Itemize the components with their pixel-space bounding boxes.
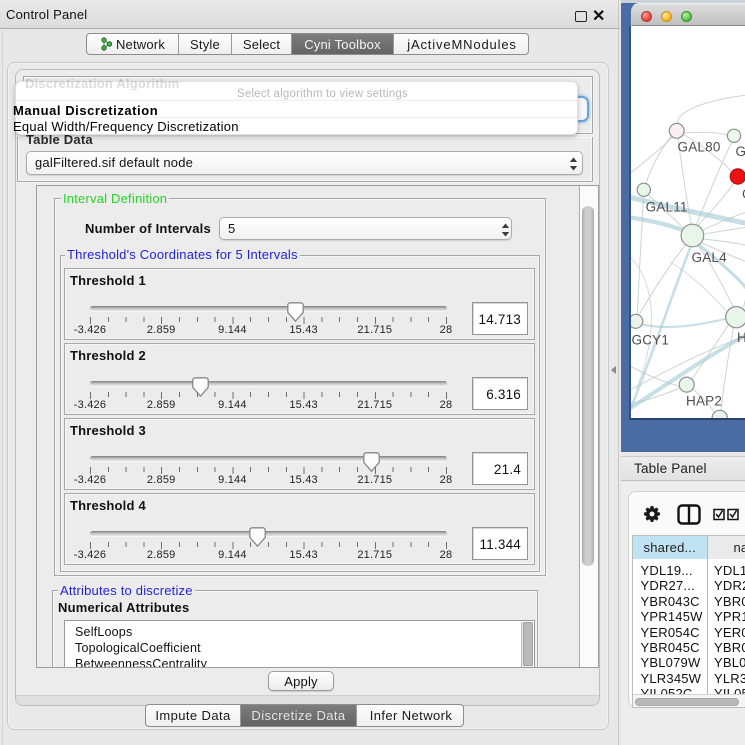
- svg-text:H: H: [737, 330, 745, 345]
- svg-text:GA: GA: [736, 144, 745, 159]
- svg-text:HAP2: HAP2: [686, 394, 722, 409]
- svg-text:GAL80: GAL80: [678, 140, 721, 155]
- svg-text:GAL4: GAL4: [692, 250, 728, 265]
- svg-text:GCY1: GCY1: [632, 333, 670, 348]
- svg-text:GAL11: GAL11: [646, 200, 688, 215]
